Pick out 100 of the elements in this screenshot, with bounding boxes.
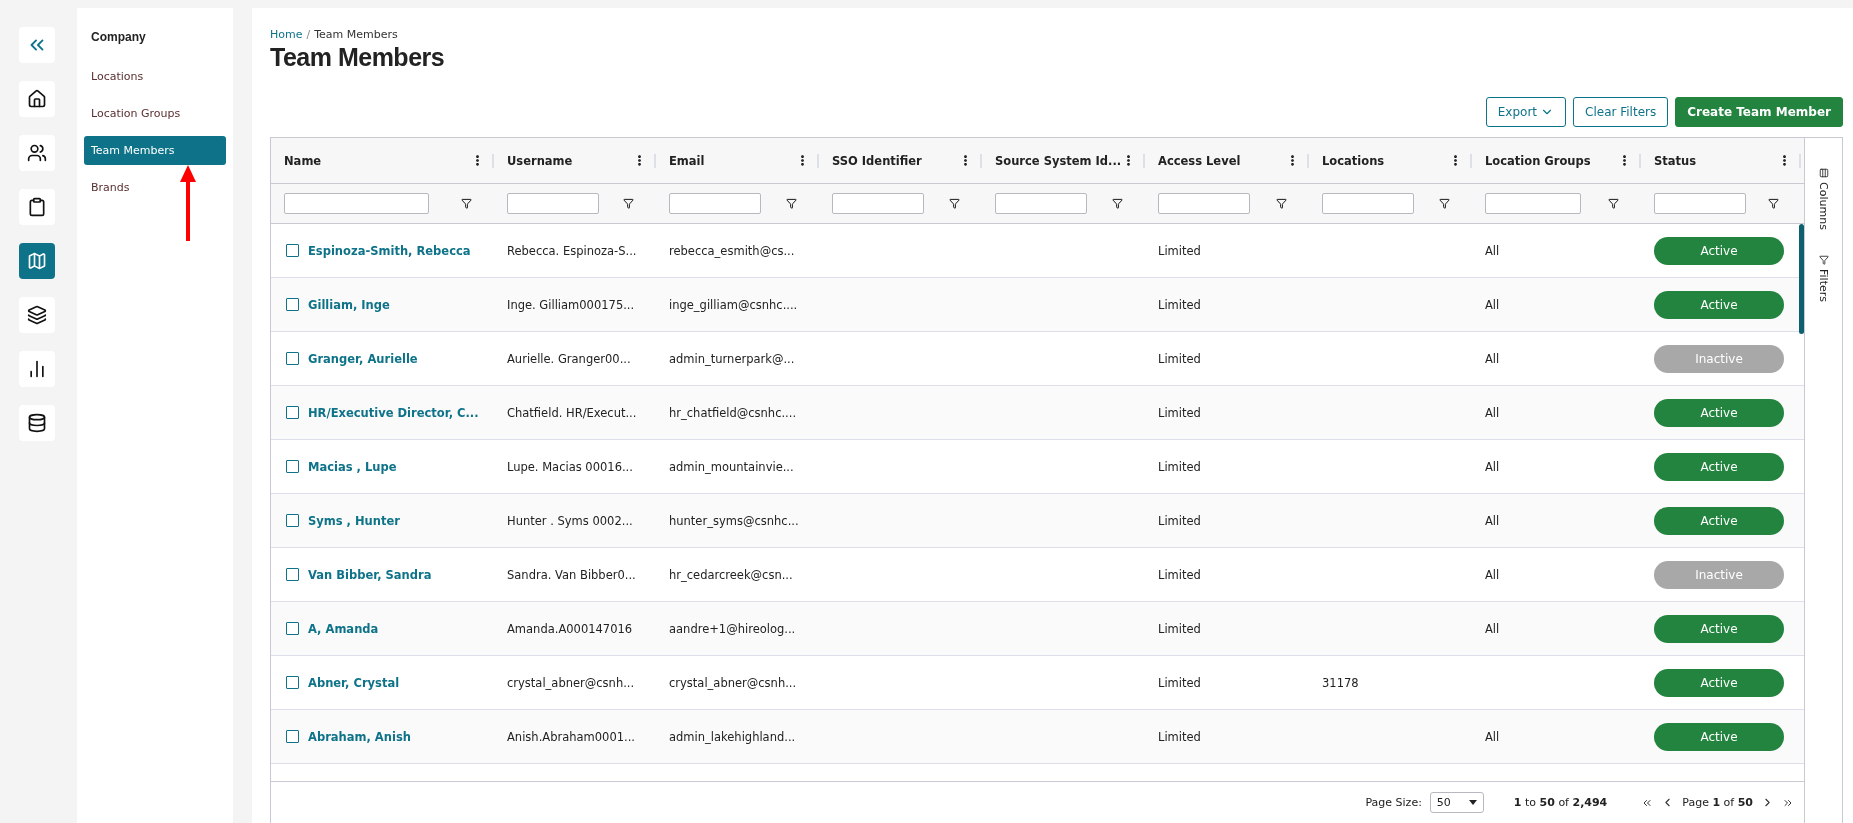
filter-input[interactable] <box>1158 193 1250 214</box>
table-cell: hr_chatfield@csnhc.... <box>669 405 797 420</box>
column-header[interactable]: Location Groups <box>1485 153 1618 168</box>
nav-item[interactable]: Team Members <box>84 136 226 165</box>
page-title: Team Members <box>270 43 446 72</box>
layers-icon[interactable] <box>18 297 55 333</box>
page-size-label: Page Size: <box>1365 796 1422 809</box>
row-checkbox[interactable] <box>286 352 299 365</box>
row-checkbox[interactable] <box>286 676 299 689</box>
row-checkbox[interactable] <box>286 568 299 581</box>
member-name-link[interactable]: Syms , Hunter <box>308 513 400 528</box>
member-name-link[interactable]: A, Amanda <box>308 621 379 636</box>
database-icon[interactable] <box>18 405 55 441</box>
status-badge: Active <box>1654 722 1784 751</box>
create-button[interactable]: Create Team Member <box>1675 97 1843 127</box>
bar-chart-icon[interactable] <box>18 351 55 387</box>
table-cell: Limited <box>1158 567 1201 582</box>
table-cell: Limited <box>1158 351 1201 366</box>
table-cell: Rebecca. Espinoza-S... <box>507 243 637 258</box>
column-header[interactable]: Username <box>507 153 633 168</box>
table-cell: 31178 <box>1322 675 1359 690</box>
row-checkbox[interactable] <box>286 298 299 311</box>
table-cell: Limited <box>1158 297 1201 312</box>
nav-item[interactable]: Location Groups <box>84 99 226 128</box>
member-name-link[interactable]: Granger, Aurielle <box>308 351 418 366</box>
table-cell: All <box>1485 459 1500 474</box>
filter-icon[interactable] <box>949 198 960 209</box>
filter-icon[interactable] <box>1439 198 1450 209</box>
side-panel-tab[interactable]: Columns <box>1817 168 1830 230</box>
page-size-select[interactable]: 50 <box>1429 792 1484 813</box>
column-header[interactable]: Email <box>669 153 796 168</box>
export-button[interactable]: Export <box>1485 97 1567 127</box>
breadcrumb-separator: / <box>306 28 311 41</box>
table-cell: Amanda.A000147016 <box>507 621 633 636</box>
status-badge: Active <box>1654 668 1784 697</box>
column-header[interactable]: Source System Id... <box>995 153 1122 168</box>
filter-icon[interactable] <box>1768 198 1779 209</box>
double-chevron-left-icon[interactable] <box>18 27 55 63</box>
clear-filters-button[interactable]: Clear Filters <box>1573 97 1669 127</box>
member-name-link[interactable]: Van Bibber, Sandra <box>308 567 432 582</box>
table-cell: Limited <box>1158 675 1201 690</box>
member-name-link[interactable]: Abner, Crystal <box>308 675 400 690</box>
breadcrumb-current: Team Members <box>314 28 398 41</box>
table-cell: Limited <box>1158 513 1201 528</box>
table-cell: admin_lakehighland... <box>669 729 796 744</box>
users-icon[interactable] <box>18 135 55 171</box>
member-name-link[interactable]: Macias , Lupe <box>308 459 397 474</box>
map-icon[interactable] <box>18 243 55 279</box>
scrollbar[interactable] <box>1799 224 1804 334</box>
table-cell: Limited <box>1158 405 1201 420</box>
member-name-link[interactable]: Abraham, Anish <box>308 729 411 744</box>
filter-icon[interactable] <box>1112 198 1123 209</box>
column-header[interactable]: Locations <box>1322 153 1449 168</box>
row-checkbox[interactable] <box>286 460 299 473</box>
filter-input[interactable] <box>669 193 761 214</box>
row-checkbox[interactable] <box>286 406 299 419</box>
status-badge: Active <box>1654 614 1784 643</box>
breadcrumb-link[interactable]: Home <box>270 28 303 41</box>
filter-icon[interactable] <box>786 198 797 209</box>
column-header[interactable]: SSO Identifier <box>832 153 959 168</box>
member-name-link[interactable]: Espinoza-Smith, Rebecca <box>308 243 471 258</box>
table-cell: All <box>1485 243 1500 258</box>
filter-icon[interactable] <box>461 198 472 209</box>
filter-icon[interactable] <box>1608 198 1619 209</box>
column-header[interactable]: Name <box>284 153 471 168</box>
filter-icon[interactable] <box>1276 198 1287 209</box>
row-checkbox[interactable] <box>286 244 299 257</box>
filter-input[interactable] <box>1654 193 1746 214</box>
table-cell: Chatfield. HR/Execut... <box>507 405 637 420</box>
filter-icon[interactable] <box>623 198 634 209</box>
section-title: Company <box>90 30 147 44</box>
filter-input[interactable] <box>284 193 429 214</box>
nav-item[interactable]: Brands <box>84 173 226 202</box>
table-cell: rebecca_esmith@cs... <box>669 243 795 258</box>
row-checkbox[interactable] <box>286 514 299 527</box>
status-badge: Active <box>1654 506 1784 535</box>
row-checkbox[interactable] <box>286 622 299 635</box>
table-cell: Limited <box>1158 729 1201 744</box>
row-checkbox[interactable] <box>286 730 299 743</box>
table-cell: hr_cedarcreek@csn... <box>669 567 793 582</box>
page-indicator: Page 1 of 50 <box>1682 796 1753 809</box>
table-cell: All <box>1485 297 1500 312</box>
home-icon[interactable] <box>18 81 55 117</box>
member-name-link[interactable]: Gilliam, Inge <box>308 297 390 312</box>
nav-item[interactable]: Locations <box>84 62 226 91</box>
status-badge: Active <box>1654 236 1784 265</box>
filter-input[interactable] <box>1322 193 1414 214</box>
clipboard-icon[interactable] <box>18 189 55 225</box>
column-header[interactable]: Access Level <box>1158 153 1286 168</box>
column-header[interactable]: Status <box>1654 153 1778 168</box>
status-badge: Inactive <box>1654 344 1784 373</box>
filter-input[interactable] <box>995 193 1087 214</box>
filter-input[interactable] <box>507 193 599 214</box>
filter-input[interactable] <box>1485 193 1581 214</box>
member-name-link[interactable]: HR/Executive Director, C... <box>308 405 479 420</box>
table-cell: All <box>1485 567 1500 582</box>
filter-input[interactable] <box>832 193 924 214</box>
caret-icon <box>1468 800 1477 805</box>
table-cell: hunter_syms@csnhc... <box>669 513 799 528</box>
side-panel-tab[interactable]: Filters <box>1817 254 1830 302</box>
